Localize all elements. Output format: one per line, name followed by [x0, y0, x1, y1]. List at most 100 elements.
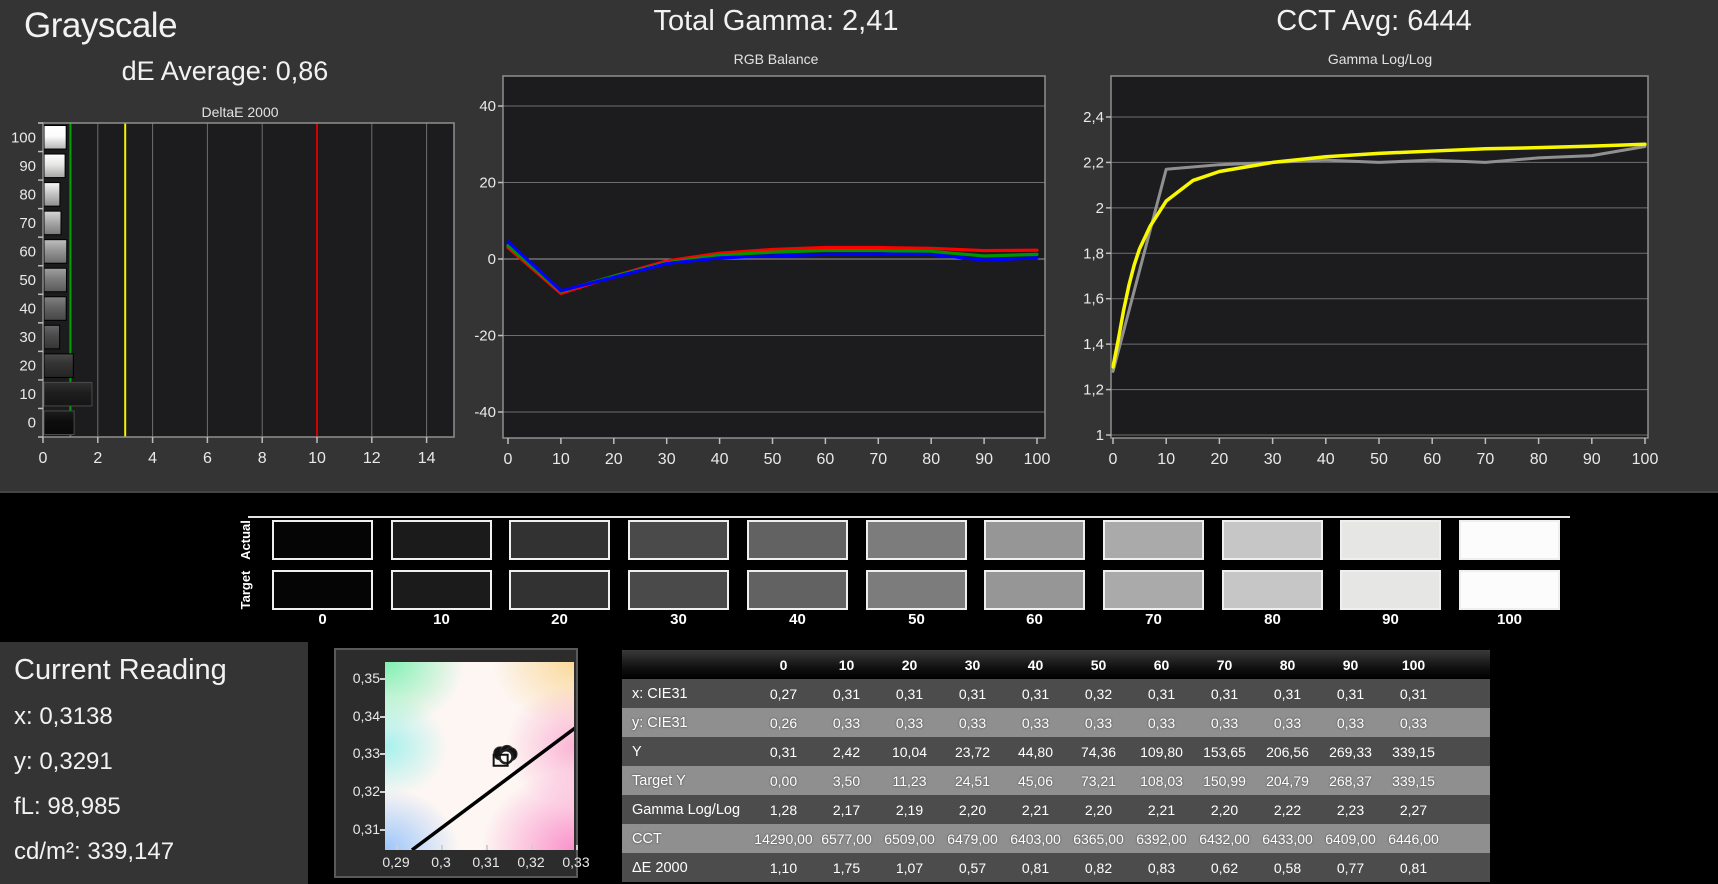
- current-reading-title: Current Reading: [14, 654, 227, 686]
- table-cell: 1,28: [769, 801, 798, 818]
- daylight-locus-line: [410, 726, 574, 850]
- deltae-bar-40: [43, 296, 67, 321]
- svg-text:30: 30: [1264, 451, 1282, 468]
- cie-y-tick: [380, 678, 385, 680]
- svg-text:70: 70: [19, 215, 36, 232]
- table-cell: 24,51: [954, 772, 991, 789]
- swatch-actual-90: [1340, 520, 1441, 560]
- cie-y-tick: [380, 829, 385, 831]
- deltae-bar-90: [43, 153, 66, 179]
- table-row: x: CIE31 0,27 0,31 0,31 0,31 0,31 0,32 0,31 0,31…: [622, 679, 1490, 708]
- table-header-cell: 10: [838, 656, 855, 673]
- svg-text:20: 20: [605, 451, 623, 468]
- swatch-target-0: [272, 570, 373, 610]
- table-cell: 0,00: [769, 772, 798, 789]
- cie-y-tick-label: 0,32: [352, 783, 380, 799]
- swatch-target-70: [1103, 570, 1204, 610]
- deltae-bar-50: [43, 267, 67, 293]
- svg-text:30: 30: [658, 451, 676, 468]
- deltae-bar-70: [43, 210, 62, 236]
- table-cell: 339,15: [1392, 743, 1435, 760]
- swatch-level-label: 50: [908, 611, 925, 628]
- table-row-label: Y: [632, 743, 642, 760]
- deltae-bar-10: [43, 381, 93, 407]
- reading-fl: fL: 98,985: [14, 793, 121, 820]
- target-row-label: Target: [238, 570, 253, 610]
- table-cell: 3,50: [832, 772, 861, 789]
- table-cell: 2,21: [1147, 801, 1176, 818]
- swatch-actual-30: [628, 520, 729, 560]
- table-cell: 0,33: [832, 714, 861, 731]
- table-cell: 6577,00: [821, 830, 872, 847]
- cie-x-tick: [441, 845, 443, 850]
- svg-text:80: 80: [19, 186, 36, 203]
- table-cell: 1,75: [832, 859, 861, 876]
- current-measurement-point: [498, 749, 514, 765]
- svg-text:90: 90: [975, 451, 993, 468]
- swatch-strip-divider: [248, 516, 1570, 518]
- table-cell: 6432,00: [1199, 830, 1250, 847]
- table-row-label: ΔE 2000: [632, 859, 688, 876]
- table-row: Y 0,31 2,42 10,04 23,72 44,80 74,36 109,80 153,6…: [622, 737, 1490, 766]
- deltae-bar-0: [43, 410, 75, 436]
- svg-text:40: 40: [711, 451, 729, 468]
- table-cell: 6433,00: [1262, 830, 1313, 847]
- table-cell: 6392,00: [1136, 830, 1187, 847]
- svg-text:90: 90: [19, 158, 36, 175]
- svg-text:-40: -40: [474, 404, 496, 421]
- swatch-level-label: 10: [433, 611, 450, 628]
- table-header-cell: 100: [1401, 656, 1426, 673]
- table-cell: 11,23: [892, 772, 927, 789]
- cie-y-tick: [380, 791, 385, 793]
- svg-text:40: 40: [19, 301, 36, 318]
- swatch-actual-100: [1459, 520, 1560, 560]
- svg-text:1,4: 1,4: [1083, 336, 1104, 353]
- table-cell: 0,82: [1084, 859, 1113, 876]
- swatch-target-50: [866, 570, 967, 610]
- svg-text:2,4: 2,4: [1083, 109, 1104, 126]
- cie-chromaticity-panel: 0,35 0,34 0,33 0,32 0,31 0,29 0,3 0,31 0…: [334, 648, 590, 878]
- deltae-bar-80: [43, 182, 61, 207]
- swatch-target-40: [747, 570, 848, 610]
- table-cell: 6409,00: [1325, 830, 1376, 847]
- table-cell: 0,31: [1399, 685, 1428, 702]
- table-header-cell: 30: [964, 656, 981, 673]
- table-cell: 6365,00: [1073, 830, 1124, 847]
- table-cell: 0,31: [832, 685, 861, 702]
- swatch-target-80: [1222, 570, 1323, 610]
- table-cell: 0,31: [1147, 685, 1176, 702]
- swatch-actual-70: [1103, 520, 1204, 560]
- table-row-label: x: CIE31: [632, 685, 688, 702]
- swatch-target-60: [984, 570, 1085, 610]
- table-header-row: 0 10 20 30 40 50 60 70 80 90 100: [622, 650, 1490, 679]
- table-cell: 0,33: [1210, 714, 1239, 731]
- deltae-bar-100: [43, 125, 67, 150]
- svg-text:0: 0: [504, 451, 513, 468]
- cie-x-tick-label: 0,3: [431, 854, 451, 870]
- cie-x-tick: [531, 845, 533, 850]
- reading-y: y: 0,3291: [14, 748, 113, 775]
- table-cell: 0,62: [1210, 859, 1239, 876]
- table-cell: 2,21: [1021, 801, 1050, 818]
- cie-x-tick-label: 0,32: [517, 854, 545, 870]
- table-cell: 45,06: [1017, 772, 1054, 789]
- svg-text:100: 100: [1024, 451, 1051, 468]
- table-cell: 0,31: [1210, 685, 1239, 702]
- svg-text:50: 50: [19, 272, 36, 289]
- cie-y-tick-label: 0,31: [352, 821, 380, 837]
- table-cell: 2,19: [895, 801, 924, 818]
- svg-text:8: 8: [258, 450, 267, 467]
- swatch-target-100: [1459, 570, 1560, 610]
- table-cell: 0,57: [958, 859, 987, 876]
- swatch-target-90: [1340, 570, 1441, 610]
- svg-text:2: 2: [1096, 200, 1104, 217]
- swatch-level-label: 40: [789, 611, 806, 628]
- svg-text:1: 1: [1096, 427, 1104, 444]
- cie-x-tick-label: 0,29: [382, 854, 410, 870]
- table-cell: 0,33: [1399, 714, 1428, 731]
- svg-text:12: 12: [363, 450, 381, 467]
- table-header-cell: 60: [1153, 656, 1170, 673]
- svg-text:-20: -20: [474, 328, 496, 345]
- table-cell: 0,83: [1147, 859, 1176, 876]
- table-cell: 268,37: [1329, 772, 1372, 789]
